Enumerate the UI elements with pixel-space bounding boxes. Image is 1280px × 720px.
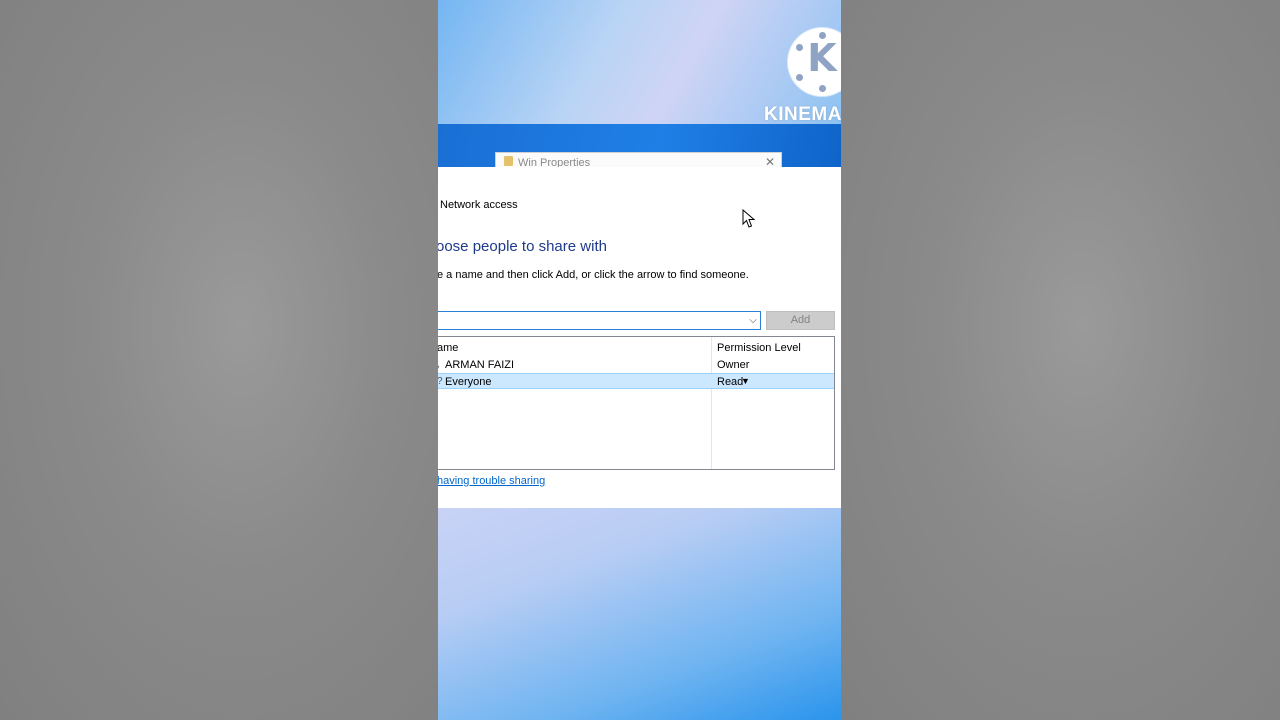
name-input[interactable] [438,311,761,330]
network-access-dialog: Network access oose people to share with… [438,167,841,508]
background-right-blur [841,0,1280,720]
row-name: ARMAN FAIZI [445,359,515,371]
watermark-text: KINEMAS [764,104,841,125]
row-name: Everyone [445,376,492,388]
dialog-title: Network access [440,199,518,211]
chevron-down-icon[interactable]: ⌵ [747,313,759,328]
sharing-list: ame Permission Level , ARMAN FAIZI Owner… [438,336,835,470]
trouble-sharing-link[interactable]: having trouble sharing [438,475,545,487]
logo-dot [819,32,826,39]
column-header-name[interactable]: ame [438,342,458,354]
logo-dot [796,74,803,81]
row-permission: Owner [717,359,750,371]
column-header-permission[interactable]: Permission Level [717,342,801,354]
logo-letter: K [807,36,837,80]
folder-icon [504,156,513,166]
user-icon: , [438,359,442,370]
logo-dot [819,85,826,92]
table-row[interactable]: ? Everyone Read ▼ [438,373,834,389]
page-heading: oose people to share with [438,238,607,255]
add-button[interactable]: Add [766,311,835,330]
background-left-blur [0,0,438,720]
table-row[interactable]: , ARMAN FAIZI Owner [438,357,834,373]
group-icon: ? [438,376,443,387]
wallpaper-bottom [438,508,841,720]
logo-dot [796,44,803,51]
mouse-cursor-icon [742,209,756,228]
phone-frame: K KINEMAS Win Properties ✕ Network acces… [438,0,841,720]
dropdown-arrow-icon[interactable]: ▼ [741,376,750,387]
instruction-text: e a name and then click Add, or click th… [438,269,749,281]
row-permission: Read [717,376,744,388]
